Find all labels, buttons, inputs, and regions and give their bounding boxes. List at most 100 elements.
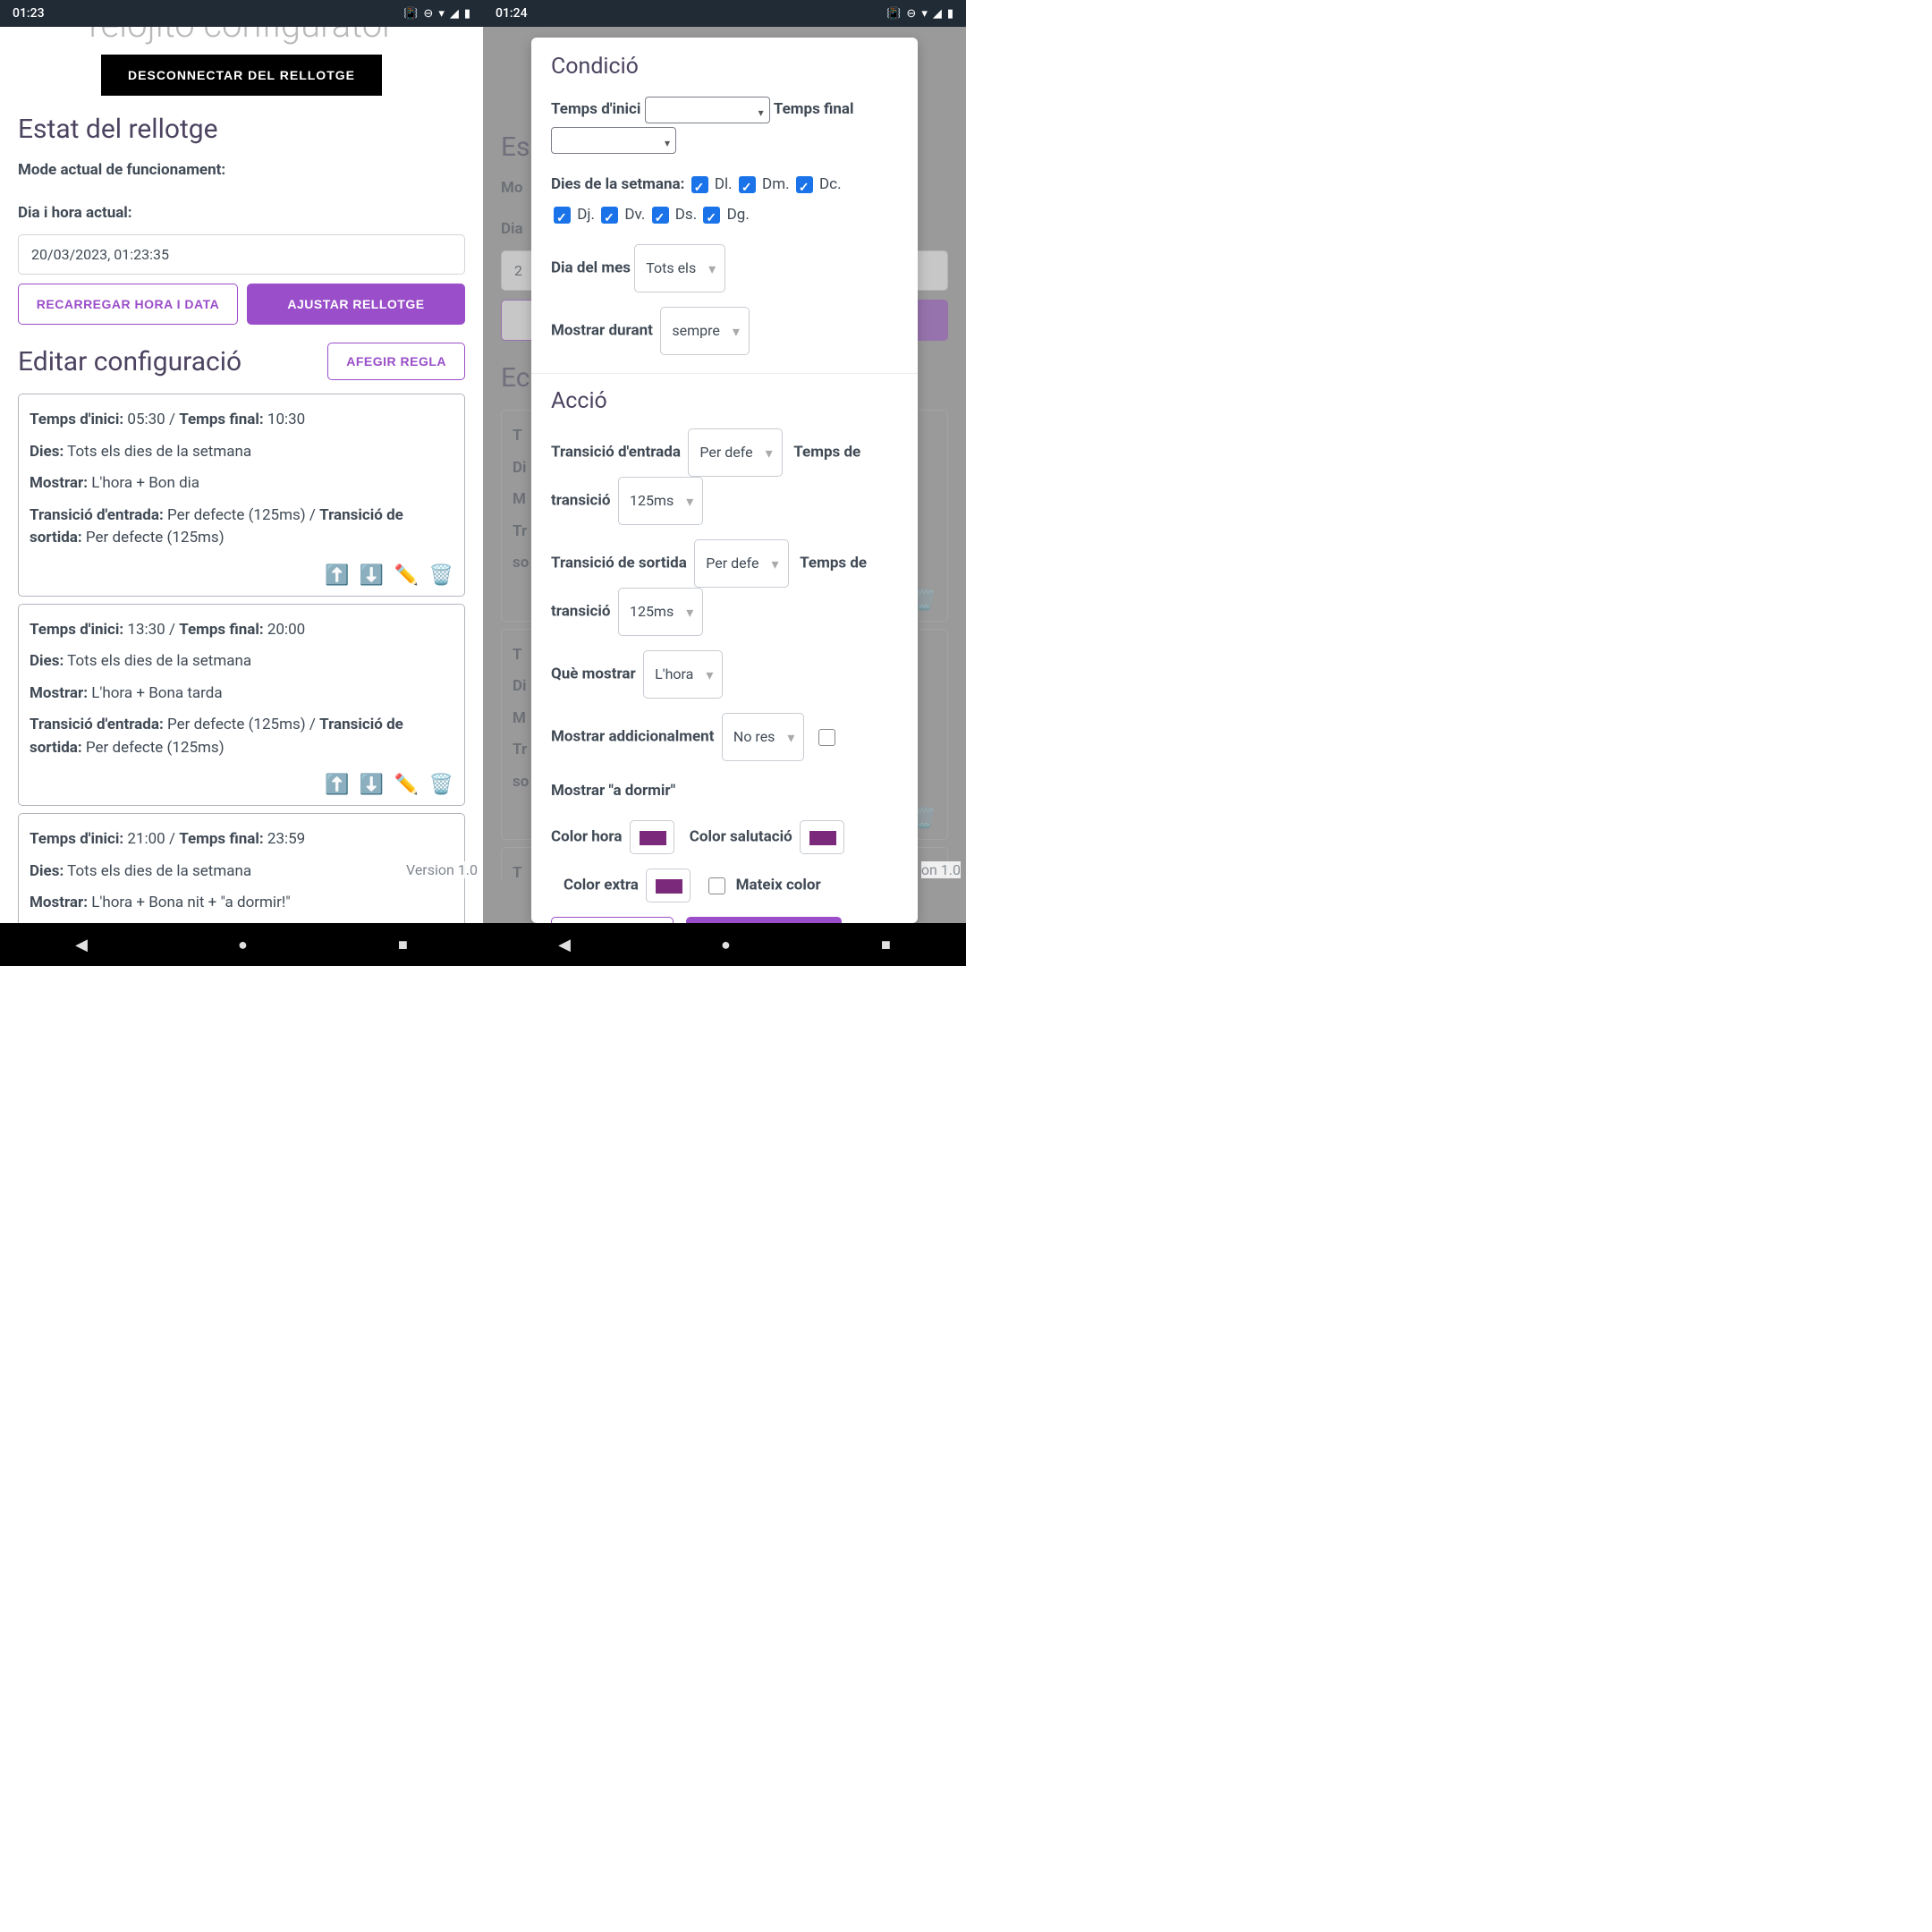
dow-checkbox[interactable] — [796, 176, 813, 193]
cancel-button[interactable]: CANCELAR — [551, 917, 674, 923]
move-up-icon[interactable]: ⬆️ — [325, 564, 349, 587]
dow-day-label: Dv. — [621, 206, 648, 224]
wifi-icon: ▾ — [921, 7, 928, 21]
try-changes-button[interactable]: PROVAR CANVIS — [686, 917, 842, 923]
tout-label: Transició de sortida — [551, 554, 687, 572]
content-left: relojito configurator DESCONNECTAR DEL R… — [0, 27, 483, 923]
delete-icon[interactable]: 🗑️ — [429, 774, 453, 796]
rule-card: Temps d'inici: 21:00 / Temps final: 23:5… — [18, 813, 465, 923]
signal-icon: ◢ — [933, 7, 942, 21]
color-hour-label: Color hora — [551, 827, 622, 845]
version-label: Version 1.0 — [406, 861, 478, 878]
status-icons: 📳 ⊖ ▾ ◢ ▮ — [886, 7, 953, 21]
end-time-select[interactable] — [551, 127, 676, 154]
datetime-field[interactable]: 20/03/2023, 01:23:35 — [18, 234, 465, 275]
rule-card: Temps d'inici: 13:30 / Temps final: 20:0… — [18, 604, 465, 807]
dow-row: Dies de la setmana: Dl. Dm. Dc. Dj. Dv. … — [551, 169, 898, 230]
dom-select[interactable]: Tots els — [634, 244, 725, 292]
tin-label: Transició d'entrada — [551, 443, 681, 461]
wifi-icon: ▾ — [438, 7, 445, 21]
dom-label: Dia del mes — [551, 258, 631, 276]
vibration-icon: 📳 — [403, 7, 418, 21]
rule-editor-modal: Condició Temps d'inici Temps final Dies … — [531, 38, 918, 923]
vibration-icon: 📳 — [886, 7, 901, 21]
datetime-label: Dia i hora actual: — [0, 184, 483, 227]
status-time: 01:23 — [13, 6, 45, 21]
status-time: 01:24 — [496, 6, 528, 21]
status-bar: 01:23 📳 ⊖ ▾ ◢ ▮ — [0, 0, 483, 27]
dow-checkbox[interactable] — [703, 207, 720, 224]
nav-bar: ◀ ● ■ — [0, 923, 483, 966]
color-hour-swatch[interactable] — [630, 820, 674, 854]
condition-heading: Condició — [551, 54, 898, 80]
nav-back-icon[interactable]: ◀ — [558, 936, 571, 954]
same-color-checkbox[interactable] — [708, 877, 725, 894]
dow-checkbox[interactable] — [691, 176, 708, 193]
dow-day-label: Dj. — [573, 206, 598, 224]
nav-home-icon[interactable]: ● — [238, 936, 248, 954]
content-right: relojito configurator Es Mo Dia 2 Ec. TD… — [483, 27, 966, 923]
status-icons: 📳 ⊖ ▾ ◢ ▮ — [403, 7, 470, 21]
extra-show-select[interactable]: No res — [722, 713, 805, 761]
show-during-label: Mostrar durant — [551, 321, 653, 339]
move-down-icon[interactable]: ⬇️ — [360, 564, 384, 587]
state-heading: Estat del rellotge — [0, 108, 483, 152]
dow-checkbox[interactable] — [601, 207, 618, 224]
dow-day-label: Ds. — [672, 206, 701, 224]
tout-select[interactable]: Per defe — [694, 539, 788, 588]
adjust-button[interactable]: AJUSTAR RELLOTGE — [247, 284, 465, 325]
phone-right: 01:24 📳 ⊖ ▾ ◢ ▮ relojito configurator Es… — [483, 0, 966, 966]
signal-icon: ◢ — [450, 7, 459, 21]
dow-day-label: Dg. — [723, 206, 749, 224]
move-up-icon[interactable]: ⬆️ — [325, 774, 349, 796]
edit-heading: Editar configuració — [18, 346, 242, 377]
rule-card: Temps d'inici: 05:30 / Temps final: 10:3… — [18, 394, 465, 597]
show-during-select[interactable]: sempre — [660, 307, 750, 355]
extra-show-label: Mostrar addicionalment — [551, 727, 714, 745]
dow-day-label: Dl. — [711, 175, 736, 193]
battery-icon: ▮ — [464, 7, 470, 21]
phone-left: 01:23 📳 ⊖ ▾ ◢ ▮ relojito configurator DE… — [0, 0, 483, 966]
mode-label: Mode actual de funcionament: — [0, 152, 483, 184]
nav-home-icon[interactable]: ● — [721, 936, 731, 954]
dow-checkbox[interactable] — [652, 207, 669, 224]
sleep-label: Mostrar "a dormir" — [551, 782, 675, 800]
same-color-label: Mateix color — [736, 876, 821, 894]
reload-button[interactable]: RECARREGAR HORA I DATA — [18, 284, 238, 325]
start-time-select[interactable] — [645, 97, 770, 123]
battery-icon: ▮ — [947, 7, 953, 21]
app-title: relojito configurator — [0, 27, 483, 46]
ttime-in-select[interactable]: 125ms — [618, 477, 703, 525]
color-extra-label: Color extra — [564, 876, 639, 894]
nav-recent-icon[interactable]: ■ — [398, 936, 408, 954]
end-time-label: Temps final — [774, 100, 854, 118]
color-greet-swatch[interactable] — [800, 820, 844, 854]
move-down-icon[interactable]: ⬇️ — [360, 774, 384, 796]
tin-select[interactable]: Per defe — [688, 428, 782, 477]
what-show-select[interactable]: L'hora — [643, 650, 723, 699]
dnd-icon: ⊖ — [906, 7, 916, 21]
ttime-out-select[interactable]: 125ms — [618, 588, 703, 636]
nav-recent-icon[interactable]: ■ — [881, 936, 891, 954]
status-bar: 01:24 📳 ⊖ ▾ ◢ ▮ — [483, 0, 966, 27]
edit-icon[interactable]: ✏️ — [394, 564, 419, 587]
dow-label: Dies de la setmana: — [551, 175, 684, 193]
dow-checkbox[interactable] — [739, 176, 756, 193]
dow-day-label: Dc. — [816, 175, 842, 193]
edit-icon[interactable]: ✏️ — [394, 774, 419, 796]
start-time-label: Temps d'inici — [551, 100, 640, 118]
extra-show-checkbox[interactable] — [818, 729, 835, 746]
delete-icon[interactable]: 🗑️ — [429, 564, 453, 587]
add-rule-button[interactable]: AFEGIR REGLA — [327, 343, 465, 380]
dow-day-label: Dm. — [758, 175, 793, 193]
color-extra-swatch[interactable] — [646, 869, 691, 902]
action-heading: Acció — [551, 388, 898, 414]
version-label: on 1.0 — [921, 861, 961, 878]
nav-bar: ◀ ● ■ — [483, 923, 966, 966]
what-show-label: Què mostrar — [551, 665, 636, 682]
color-greet-label: Color salutació — [690, 827, 792, 845]
dnd-icon: ⊖ — [423, 7, 433, 21]
dow-checkbox[interactable] — [554, 207, 571, 224]
nav-back-icon[interactable]: ◀ — [75, 936, 88, 954]
disconnect-button[interactable]: DESCONNECTAR DEL RELLOTGE — [101, 55, 382, 96]
